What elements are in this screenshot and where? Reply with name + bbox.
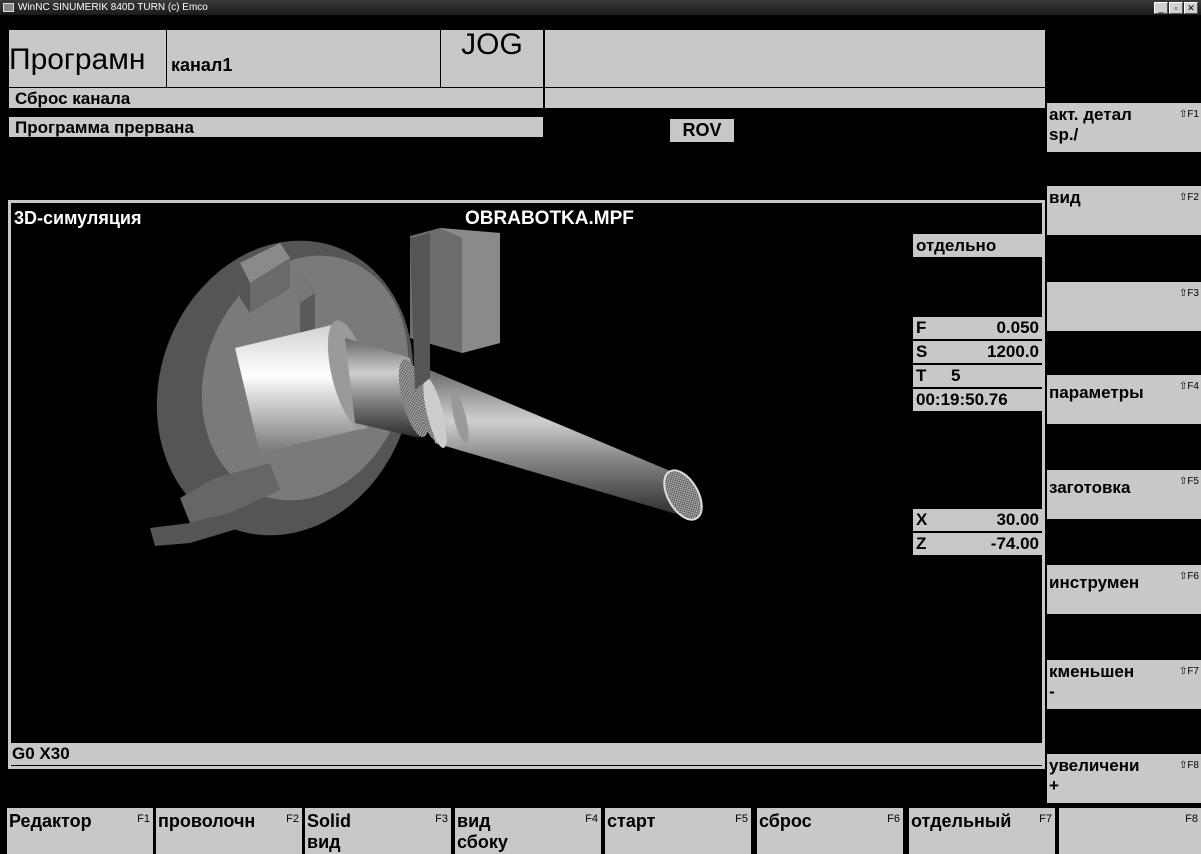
softkey-wireframe[interactable]: проволочн F2 (156, 808, 302, 854)
softkey-fkey: ⇧F7 (1178, 666, 1199, 677)
softkey-tool[interactable]: инструмен ⇧F6 (1047, 565, 1201, 614)
softkey-blank-3[interactable]: ⇧F3 (1047, 282, 1201, 331)
alarm-panel (545, 30, 1045, 87)
tool-readout: T 5 (913, 365, 1043, 387)
softkey-fkey: F4 (585, 813, 598, 825)
softkey-label-2: сбоку (457, 832, 508, 852)
softkey-fkey: F6 (887, 813, 900, 825)
x-value: 30.00 (996, 510, 1039, 529)
softkey-label: старт (607, 811, 656, 831)
window-title: WinNC SINUMERIK 840D TURN (c) Emco (18, 2, 208, 13)
softkey-label: сброс (759, 811, 812, 831)
softkey-label: отдельный (911, 811, 1012, 831)
softkey-fkey: ⇧F3 (1178, 288, 1199, 299)
softkey-actual-part[interactable]: акт. детал sp./ ⇧F1 (1047, 103, 1201, 152)
softkey-fkey: F3 (435, 813, 448, 825)
simulation-title: 3D-симуляция (14, 208, 142, 228)
tool-value: 5 (951, 366, 961, 385)
softkey-side-view[interactable]: вид сбоку F4 (455, 808, 601, 854)
softkey-fkey: ⇧F6 (1178, 571, 1199, 582)
program-file-name: OBRABOTKA.MPF (465, 208, 634, 229)
rov-indicator: ROV (670, 119, 734, 142)
softkey-fkey: F1 (137, 813, 150, 825)
x-label: X (916, 510, 928, 529)
status-panel (545, 88, 1045, 108)
z-label: Z (916, 534, 927, 553)
softkey-fkey: F7 (1039, 813, 1052, 825)
minimize-icon[interactable]: _ (1154, 2, 1168, 14)
tool-label: T (916, 366, 927, 385)
softkey-fkey: F2 (286, 813, 299, 825)
softkey-label-2: sp./ (1049, 125, 1079, 144)
z-value: -74.00 (990, 534, 1039, 553)
cycle-time-value: 00:19:50.76 (916, 390, 1008, 409)
softkey-fkey: ⇧F2 (1178, 192, 1199, 203)
feed-label: F (916, 318, 927, 337)
operating-mode: JOG (441, 30, 543, 60)
z-axis-readout: Z -74.00 (913, 533, 1043, 555)
program-area-title: Програмн (9, 30, 166, 87)
close-icon[interactable]: ✕ (1184, 2, 1198, 14)
softkey-label: Solid (307, 811, 351, 831)
softkey-reset[interactable]: сброс F6 (757, 808, 903, 854)
softkey-f8[interactable]: F8 (1059, 808, 1201, 854)
softkey-fkey: ⇧F8 (1178, 760, 1199, 771)
current-block-line: G0 X30 (9, 743, 1042, 765)
softkey-label: Редактор (9, 811, 92, 831)
softkey-fkey: ⇧F4 (1178, 381, 1199, 392)
softkey-blank[interactable]: заготовка ⇧F5 (1047, 470, 1201, 519)
softkey-separate[interactable]: отдельный F7 (909, 808, 1055, 854)
softkey-label: проволочн (158, 811, 256, 831)
softkey-fkey: ⇧F1 (1178, 109, 1199, 120)
softkey-editor[interactable]: Редактор F1 (7, 808, 153, 854)
cycle-time: 00:19:50.76 (913, 389, 1043, 411)
softkey-fkey: F8 (1185, 813, 1198, 825)
feed-value: 0.050 (996, 318, 1039, 337)
channel-reset-status: Сброс канала (9, 88, 543, 108)
softkey-view[interactable]: вид ⇧F2 (1047, 186, 1201, 235)
view-mode-label: отдельно (913, 234, 1043, 257)
x-axis-readout: X 30.00 (913, 509, 1043, 531)
softkey-label-2: вид (307, 832, 341, 852)
softkey-label-2: - (1049, 682, 1055, 701)
softkey-zoom-out[interactable]: кменьшен - ⇧F7 (1047, 660, 1201, 709)
softkey-solid-view[interactable]: Solid вид F3 (305, 808, 451, 854)
softkey-label: вид (457, 811, 491, 831)
spindle-readout: S 1200.0 (913, 341, 1043, 363)
softkey-fkey: F5 (735, 813, 748, 825)
channel-label: канал1 (167, 30, 440, 87)
softkey-fkey: ⇧F5 (1178, 476, 1199, 487)
spindle-label: S (916, 342, 928, 361)
softkey-label-2: + (1049, 776, 1059, 795)
window-titlebar[interactable]: WinNC SINUMERIK 840D TURN (c) Emco _ ▫ ✕ (0, 0, 1201, 15)
cutting-tool (410, 228, 500, 390)
program-status: Программа прервана (9, 117, 543, 137)
softkey-start[interactable]: старт F5 (605, 808, 751, 854)
feed-readout: F 0.050 (913, 317, 1043, 339)
mode-panel (441, 60, 543, 87)
spindle-value: 1200.0 (987, 342, 1039, 361)
softkey-zoom-in[interactable]: увеличени + ⇧F8 (1047, 754, 1201, 803)
maximize-icon[interactable]: ▫ (1169, 2, 1183, 14)
softkey-parameters[interactable]: параметры ⇧F4 (1047, 375, 1201, 424)
lathe-3d-render (150, 228, 703, 546)
app-icon (3, 3, 14, 12)
